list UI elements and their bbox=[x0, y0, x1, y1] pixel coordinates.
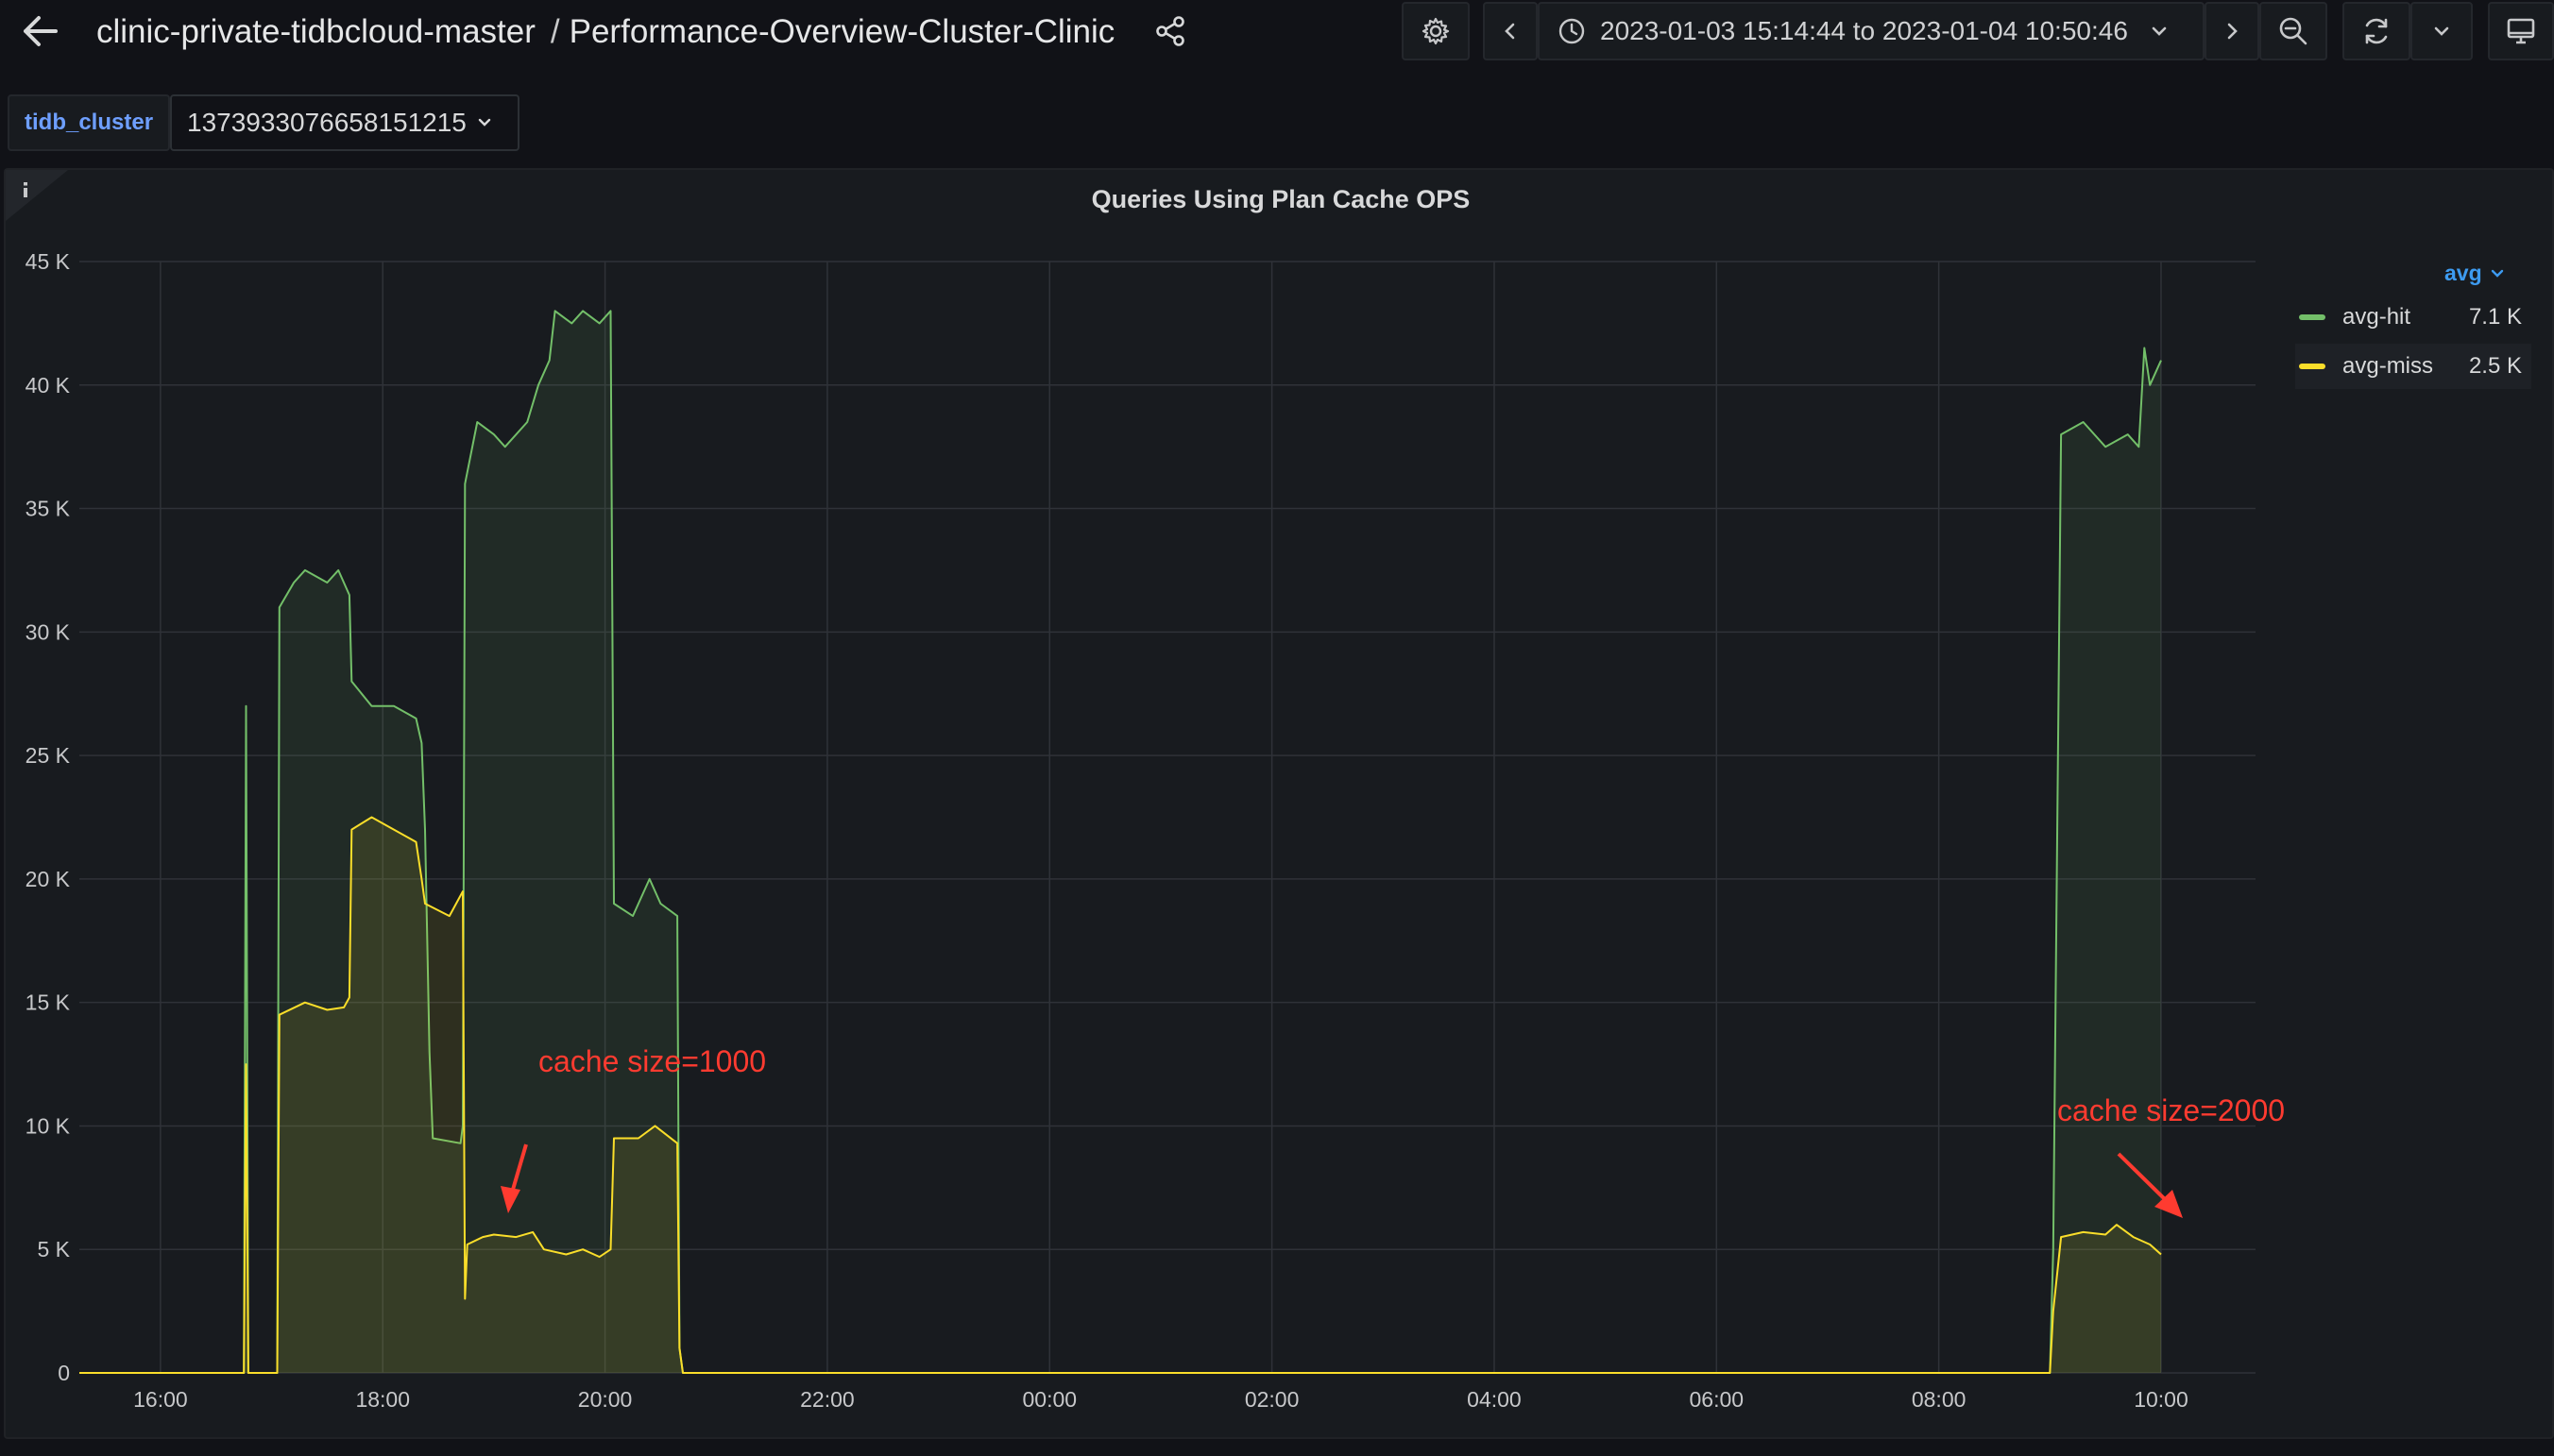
x-tick-label: 16:00 bbox=[133, 1387, 188, 1412]
legend-series-name: avg-hit bbox=[2342, 304, 2411, 330]
annotation-cache-size-2000: cache size=2000 bbox=[2057, 1093, 2285, 1127]
legend-sort-label: avg bbox=[2444, 261, 2482, 285]
legend-series-value: 7.1 K bbox=[2468, 304, 2522, 330]
x-tick-label: 22:00 bbox=[800, 1387, 855, 1412]
x-tick-label: 00:00 bbox=[1022, 1387, 1077, 1412]
x-tick-label: 06:00 bbox=[1690, 1387, 1745, 1412]
chart-series bbox=[79, 310, 2162, 1374]
legend-item-avg-hit[interactable]: avg-hit 7.1 K bbox=[2295, 295, 2531, 340]
y-tick-label: 35 K bbox=[26, 497, 71, 521]
legend-swatch bbox=[2299, 314, 2325, 320]
x-tick-label: 20:00 bbox=[578, 1387, 633, 1412]
y-tick-label: 30 K bbox=[26, 619, 71, 644]
x-tick-label: 04:00 bbox=[1467, 1387, 1522, 1412]
y-tick-label: 5 K bbox=[37, 1237, 70, 1261]
y-tick-label: 20 K bbox=[26, 867, 71, 891]
legend-sort-avg[interactable]: avg bbox=[2444, 261, 2505, 286]
timeseries-chart[interactable]: 0 5 K 10 K 15 K 20 K 25 K 30 K 35 K 40 K 45 K 16:… bbox=[0, 0, 2554, 1456]
chart-annotations: cache size=1000 cache size=2000 bbox=[501, 1044, 2285, 1218]
legend-series-name: avg-miss bbox=[2342, 353, 2434, 379]
annotation-cache-size-1000: cache size=1000 bbox=[538, 1044, 766, 1078]
x-tick-label: 02:00 bbox=[1245, 1387, 1300, 1412]
y-axis: 0 5 K 10 K 15 K 20 K 25 K 30 K 35 K 40 K 45 K bbox=[26, 249, 71, 1385]
legend-item-avg-miss[interactable]: avg-miss 2.5 K bbox=[2295, 344, 2531, 389]
x-tick-label: 18:00 bbox=[355, 1387, 410, 1412]
y-tick-label: 25 K bbox=[26, 743, 71, 768]
y-tick-label: 15 K bbox=[26, 990, 71, 1015]
y-tick-label: 10 K bbox=[26, 1113, 71, 1138]
legend-series-value: 2.5 K bbox=[2468, 353, 2522, 379]
y-tick-label: 0 bbox=[58, 1361, 70, 1385]
chevron-down-icon bbox=[2491, 269, 2503, 278]
y-tick-label: 45 K bbox=[26, 249, 71, 274]
x-tick-label: 10:00 bbox=[2134, 1387, 2188, 1412]
series-area-avg-miss bbox=[79, 817, 2161, 1373]
x-tick-label: 08:00 bbox=[1912, 1387, 1967, 1412]
legend-swatch bbox=[2299, 364, 2325, 369]
y-tick-label: 40 K bbox=[26, 373, 71, 398]
x-axis: 16:00 18:00 20:00 22:00 00:00 02:00 04:00 06:00… bbox=[133, 1387, 2188, 1412]
